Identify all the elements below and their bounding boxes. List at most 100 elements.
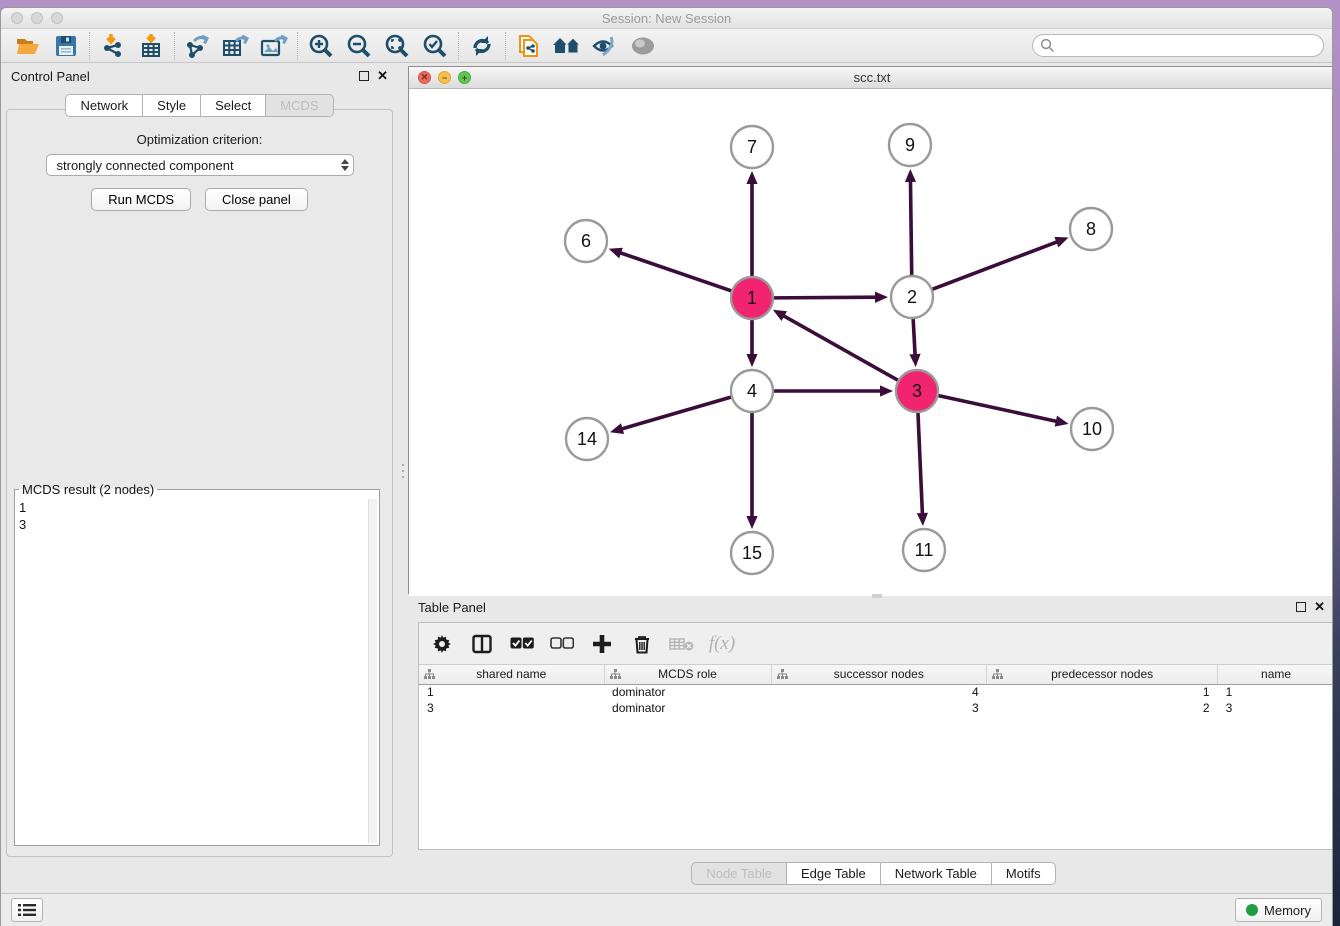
edge-arrowhead-icon <box>917 513 928 526</box>
edge-2-9[interactable] <box>910 180 911 275</box>
table-cell[interactable]: 4 <box>771 684 987 700</box>
import-network-icon[interactable] <box>94 31 132 61</box>
tab-node-table[interactable]: Node Table <box>691 862 786 885</box>
zoom-selected-icon[interactable] <box>416 31 454 61</box>
table-cell[interactable]: 3 <box>419 700 604 716</box>
import-table-icon[interactable] <box>132 31 170 61</box>
criterion-select-value: strongly connected component <box>57 158 234 173</box>
task-history-button[interactable] <box>11 898 43 922</box>
result-scrollbar[interactable] <box>368 499 377 843</box>
frame-zoom-icon[interactable]: + <box>458 71 471 84</box>
open-session-icon[interactable] <box>9 31 47 61</box>
delete-column-icon[interactable] <box>629 631 655 657</box>
mcds-result-text[interactable]: 1 3 <box>19 499 367 843</box>
edge-2-3[interactable] <box>913 319 915 356</box>
tab-style[interactable]: Style <box>142 94 200 117</box>
table-cell[interactable]: 2 <box>987 700 1218 716</box>
edge-4-14[interactable] <box>621 397 731 429</box>
toolbar-separator <box>297 32 298 60</box>
tab-network[interactable]: Network <box>65 94 142 117</box>
show-column-panel-icon[interactable] <box>469 631 495 657</box>
deselect-all-columns-icon[interactable] <box>549 631 575 657</box>
criterion-select[interactable]: strongly connected component <box>46 154 354 176</box>
panel-splitter[interactable] <box>398 63 408 893</box>
edge-3-11[interactable] <box>918 413 922 515</box>
edge-1-2[interactable] <box>774 297 877 298</box>
table-options-gear-icon[interactable] <box>429 631 455 657</box>
graph-node-label: 4 <box>747 381 757 401</box>
save-session-icon[interactable] <box>47 31 85 61</box>
list-icon <box>18 903 36 917</box>
zoom-fit-icon[interactable] <box>378 31 416 61</box>
tab-mcds[interactable]: MCDS <box>265 94 333 117</box>
control-panel-title: Control Panel <box>11 69 90 84</box>
edge-arrowhead-icon <box>909 354 920 367</box>
table-cell[interactable]: 1 <box>419 684 604 700</box>
toolbar-separator <box>89 32 90 60</box>
column-header-name[interactable]: name <box>1218 665 1333 684</box>
graph-node-label: 6 <box>581 231 591 251</box>
edge-3-1[interactable] <box>782 315 897 380</box>
zoom-out-icon[interactable] <box>340 31 378 61</box>
table-cell[interactable]: 3 <box>1218 700 1333 716</box>
float-panel-icon[interactable] <box>359 71 369 81</box>
first-neighbors-icon[interactable] <box>548 31 586 61</box>
export-network-icon[interactable] <box>179 31 217 61</box>
run-mcds-button[interactable]: Run MCDS <box>91 188 191 211</box>
frame-close-icon[interactable]: ✕ <box>418 71 431 84</box>
table-cell[interactable]: dominator <box>604 700 771 716</box>
tab-select[interactable]: Select <box>200 94 265 117</box>
search-container <box>1032 34 1324 57</box>
export-table-icon[interactable] <box>217 31 255 61</box>
tab-edge-table[interactable]: Edge Table <box>786 862 880 885</box>
close-panel-icon[interactable]: ✕ <box>377 71 388 81</box>
add-column-icon[interactable] <box>589 631 615 657</box>
column-type-icon <box>610 669 621 680</box>
table-row[interactable]: 1dominator411 <box>419 684 1333 700</box>
network-view-frame: ✕ − + scc.txt 7968124314101511 <box>408 66 1333 594</box>
table-cell[interactable]: 1 <box>1218 684 1333 700</box>
tab-network-table[interactable]: Network Table <box>880 862 991 885</box>
show-graphics-details-icon[interactable] <box>624 31 662 61</box>
graph-node-label: 7 <box>747 137 757 157</box>
frame-minimize-icon[interactable]: − <box>438 71 451 84</box>
search-input[interactable] <box>1032 34 1324 57</box>
table-cell[interactable]: dominator <box>604 684 771 700</box>
column-type-icon <box>992 669 1003 680</box>
table-row[interactable]: 3dominator323 <box>419 700 1333 716</box>
edge-3-10[interactable] <box>938 396 1057 422</box>
edge-arrowhead-icon <box>1055 416 1069 427</box>
network-frame-title: scc.txt <box>409 70 1333 85</box>
column-header-MCDS-role[interactable]: MCDS role <box>604 665 771 684</box>
titlebar: Session: New Session <box>1 8 1332 29</box>
apply-layout-refresh-icon[interactable] <box>463 31 501 61</box>
table-panel: Table Panel ✕ <box>408 594 1333 893</box>
select-all-columns-icon[interactable] <box>509 631 535 657</box>
edge-arrowhead-icon <box>1054 237 1068 247</box>
tab-motifs[interactable]: Motifs <box>991 862 1056 885</box>
edge-1-6[interactable] <box>619 252 731 290</box>
function-builder-icon: f(x) <box>709 631 735 657</box>
column-header-shared-name[interactable]: shared name <box>419 665 604 684</box>
toolbar-separator <box>174 32 175 60</box>
delete-table-icon <box>669 631 695 657</box>
hide-graphics-details-icon[interactable] <box>586 31 624 61</box>
table-cell[interactable]: 1 <box>987 684 1218 700</box>
network-frame-titlebar[interactable]: ✕ − + scc.txt <box>409 67 1333 89</box>
edge-arrowhead-icon <box>905 169 916 182</box>
memory-button[interactable]: Memory <box>1235 898 1322 922</box>
close-panel-button[interactable]: Close panel <box>205 188 308 211</box>
export-image-icon[interactable] <box>255 31 293 61</box>
network-graph[interactable]: 7968124314101511 <box>409 89 1333 593</box>
close-table-panel-icon[interactable]: ✕ <box>1314 602 1325 612</box>
duplicate-network-icon[interactable] <box>510 31 548 61</box>
edge-2-8[interactable] <box>933 241 1059 289</box>
network-canvas[interactable]: 7968124314101511 <box>409 89 1333 596</box>
column-header-successor-nodes[interactable]: successor nodes <box>771 665 987 684</box>
float-table-panel-icon[interactable] <box>1296 602 1306 612</box>
column-header-predecessor-nodes[interactable]: predecessor nodes <box>987 665 1218 684</box>
table-cell[interactable]: 3 <box>771 700 987 716</box>
zoom-in-icon[interactable] <box>302 31 340 61</box>
main-toolbar <box>1 29 1332 63</box>
graph-node-label: 2 <box>907 287 917 307</box>
